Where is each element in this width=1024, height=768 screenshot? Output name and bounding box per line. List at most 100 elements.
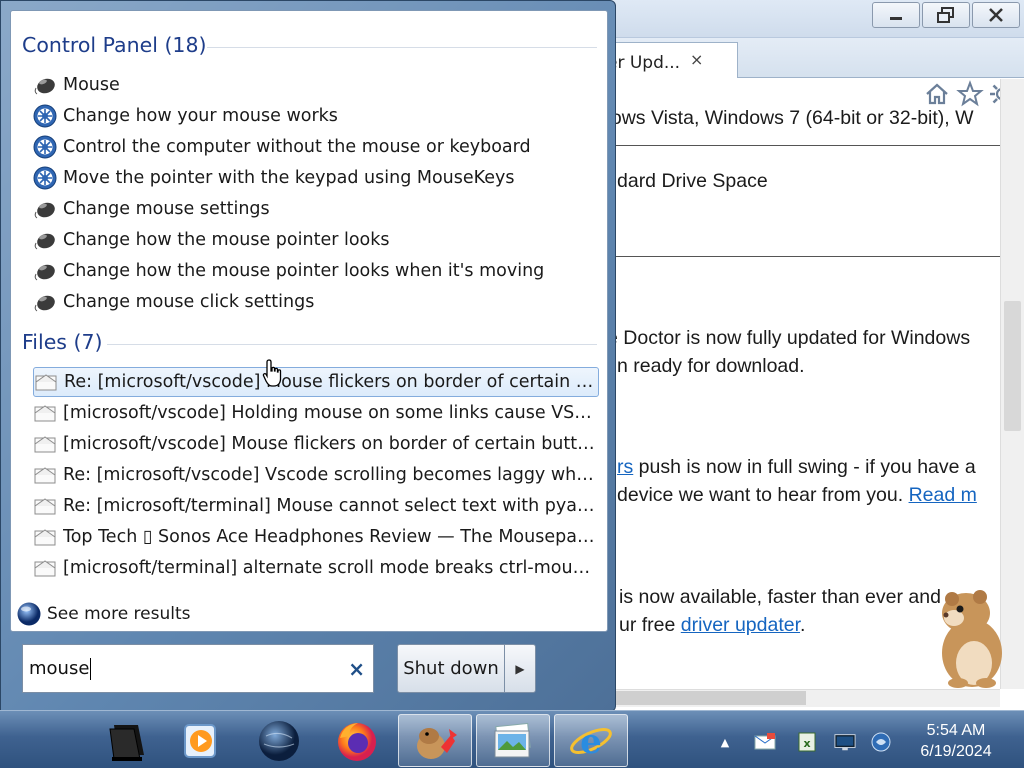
mail-tray-button[interactable] — [754, 731, 776, 753]
close-icon — [989, 8, 1003, 22]
file-result-item[interactable]: Re: [microsoft/vscode] Vscode scrolling … — [33, 460, 599, 490]
start-menu: Control Panel (18) Mouse Change how your … — [0, 0, 616, 712]
network-tray-button[interactable] — [870, 731, 892, 753]
news-text-3a: is now available, faster than ever and s — [619, 586, 957, 608]
control-panel-result-item[interactable]: Control the computer without the mouse o… — [33, 132, 599, 162]
show-hidden-icons-button[interactable]: ▲ — [714, 731, 736, 753]
text-caret — [90, 657, 92, 680]
mail-tray-icon — [754, 733, 776, 750]
news-text: device we want to hear from you. — [617, 484, 909, 506]
svg-text:e: e — [580, 722, 602, 762]
clock-date: 6/19/2024 — [920, 743, 992, 760]
divider — [600, 145, 1000, 146]
control-panel-result-item[interactable]: Change mouse settings — [33, 194, 599, 224]
taskbar-button-photo-viewer[interactable] — [476, 714, 550, 767]
news-text-1b: n ready for download. — [617, 355, 805, 377]
scrollbar-thumb[interactable] — [1004, 301, 1021, 431]
search-query: mouse — [29, 658, 90, 679]
group-divider — [207, 47, 597, 48]
news-text-1a: e Doctor is now fully updated for Window… — [607, 327, 971, 349]
excel-tray-button[interactable]: x — [796, 731, 818, 753]
network-tray-icon — [871, 732, 891, 752]
tab-title: er Upd... — [607, 53, 681, 73]
tab-close-button[interactable]: × — [690, 50, 703, 69]
control-panel-result-item[interactable]: Change how the mouse pointer looks when … — [33, 256, 599, 286]
search-results-panel: Control Panel (18) Mouse Change how your … — [10, 10, 608, 632]
taskbar-button-internet-explorer[interactable]: e — [554, 714, 628, 767]
svg-text:x: x — [803, 737, 810, 750]
news-text: ur free — [619, 614, 681, 636]
ease-of-access-icon — [33, 135, 57, 159]
internet-explorer-icon: e — [570, 722, 612, 762]
globe-app-icon — [259, 720, 299, 761]
mail-icon — [33, 525, 57, 549]
restore-button[interactable] — [922, 2, 970, 28]
shutdown-options-button[interactable]: ▶ — [504, 644, 536, 693]
system-clock[interactable]: 5:54 AM 6/19/2024 — [900, 720, 1012, 762]
control-panel-result-item[interactable]: Move the pointer with the keypad using M… — [33, 163, 599, 193]
control-panel-result-item[interactable]: Change how the mouse pointer looks — [33, 225, 599, 255]
control-panel-group-header[interactable]: Control Panel (18) — [22, 33, 207, 57]
excel-tray-icon: x — [798, 732, 816, 752]
taskbar-button-firefox[interactable] — [320, 714, 394, 767]
display-tray-button[interactable] — [834, 731, 856, 753]
control-panel-result-item-label: Move the pointer with the keypad using M… — [63, 168, 515, 188]
news-text-2a: rs push is now in full swing - if you ha… — [617, 456, 976, 479]
restore-icon — [937, 7, 954, 23]
file-result-item-label: Re: [microsoft/vscode] Vscode scrolling … — [63, 465, 599, 485]
read-more-link[interactable]: Read m — [909, 484, 977, 506]
start-search-input[interactable]: mouse × — [22, 644, 374, 693]
file-result-item[interactable]: [microsoft/vscode] Holding mouse on some… — [33, 398, 599, 428]
media-player-icon — [184, 723, 216, 758]
taskbar-button-media-player[interactable] — [164, 714, 238, 767]
taskbar-button-hamster-app[interactable] — [398, 714, 472, 767]
mail-icon — [33, 401, 57, 425]
mouse-icon — [33, 73, 57, 97]
shut-down-button[interactable]: Shut down — [397, 644, 505, 693]
file-result-item[interactable]: [microsoft/vscode] Mouse flickers on bor… — [33, 429, 599, 459]
ease-of-access-icon — [33, 166, 57, 190]
mouse-icon — [33, 259, 57, 283]
file-result-item-label: Re: [microsoft/vscode] Mouse flickers on… — [64, 372, 598, 392]
mail-icon — [33, 432, 57, 456]
search-globe-icon — [17, 602, 41, 626]
file-result-item[interactable]: Top Tech ▯ Sonos Ace Headphones Review —… — [33, 522, 599, 552]
file-result-item[interactable]: Re: [microsoft/terminal] Mouse cannot se… — [33, 491, 599, 521]
news-link[interactable]: rs — [617, 456, 633, 478]
see-more-results-link[interactable]: See more results — [16, 600, 191, 628]
news-text-3b: ur free driver updater. — [619, 614, 805, 637]
ease-of-access-icon — [33, 104, 57, 128]
requirements-text: dows Vista, Windows 7 (64-bit or 32-bit)… — [600, 107, 974, 129]
control-panel-result-item[interactable]: Change how your mouse works — [33, 101, 599, 131]
file-result-item-label: [microsoft/terminal] alternate scroll mo… — [63, 558, 599, 578]
close-window-button[interactable] — [972, 2, 1020, 28]
control-panel-result-item-label: Change how your mouse works — [63, 106, 338, 126]
file-result-item[interactable]: Re: [microsoft/vscode] Mouse flickers on… — [33, 367, 599, 397]
minimize-button[interactable] — [872, 2, 920, 28]
mouse-icon — [33, 228, 57, 252]
control-panel-result-item-label: Control the computer without the mouse o… — [63, 137, 531, 157]
control-panel-result-item-label: Change mouse click settings — [63, 292, 315, 312]
minimize-icon — [890, 17, 902, 20]
hand-cursor-icon — [262, 359, 282, 387]
control-panel-result-item[interactable]: Mouse — [33, 70, 599, 100]
taskbar: e ▲ x 5:54 AM 6/19/2024 — [0, 710, 1024, 768]
horizontal-scrollbar[interactable] — [600, 689, 1000, 707]
see-more-label: See more results — [47, 604, 191, 624]
taskbar-button-desktop[interactable] — [88, 714, 162, 767]
file-result-item-label: [microsoft/vscode] Holding mouse on some… — [63, 403, 599, 423]
control-panel-result-item-label: Mouse — [63, 75, 120, 95]
browser-tab[interactable]: er Upd... — [596, 42, 738, 78]
divider — [600, 256, 1000, 257]
taskbar-button-globe[interactable] — [242, 714, 316, 767]
control-panel-result-item[interactable]: Change mouse click settings — [33, 287, 599, 317]
file-result-item[interactable]: [microsoft/terminal] alternate scroll mo… — [33, 553, 599, 583]
files-group-header[interactable]: Files (7) — [22, 330, 103, 354]
desktop-device-icon — [109, 724, 144, 761]
file-result-item-label: Re: [microsoft/terminal] Mouse cannot se… — [63, 496, 599, 516]
driver-updater-link[interactable]: driver updater — [681, 614, 800, 636]
clear-search-button[interactable]: × — [348, 657, 365, 681]
file-result-item-label: Top Tech ▯ Sonos Ace Headphones Review —… — [63, 527, 599, 547]
mouse-icon — [33, 290, 57, 314]
scrollbar-thumb[interactable] — [614, 691, 806, 705]
